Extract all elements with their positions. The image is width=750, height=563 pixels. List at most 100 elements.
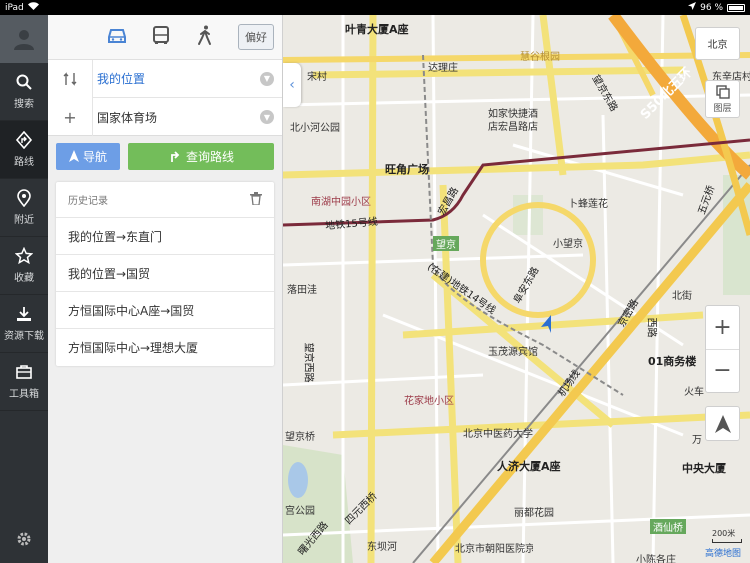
user-icon — [14, 30, 34, 50]
collapse-panel-button[interactable]: ‹ — [283, 63, 301, 107]
bus-mode-button[interactable] — [150, 24, 172, 50]
history-item[interactable]: 方恒国际中心→理想大厦 — [56, 329, 274, 366]
rail-item-favorites[interactable]: 收藏 — [0, 237, 48, 295]
wifi-icon — [27, 2, 39, 13]
query-route-button[interactable]: 查询路线 — [128, 142, 274, 170]
navigate-button[interactable]: 导航 — [56, 142, 120, 170]
from-dropdown-icon[interactable]: ▼ — [260, 71, 274, 86]
car-icon — [108, 29, 126, 43]
history-list: 历史记录 我的位置→东直门 我的位置→国贸 方恒国际中心A座→国贸 方恒国际中心… — [56, 182, 274, 366]
history-title: 历史记录 — [68, 196, 108, 207]
map-label: 01商务楼 — [648, 355, 697, 368]
map-label: 叶青大厦A座 — [345, 23, 409, 36]
toolbox-icon — [16, 365, 32, 379]
rail-item-toolbox[interactable]: 工具箱 — [0, 353, 48, 411]
map-label: 北京市朝阳医院京西院区 — [455, 544, 533, 555]
map-label: 中央大厦 — [682, 462, 726, 475]
map-label: 万 — [692, 435, 702, 446]
map-label: 火车 — [684, 387, 704, 398]
brand-logo: 高德地图 — [705, 549, 742, 559]
preference-button[interactable]: 偏好 — [238, 24, 274, 50]
rail-item-label: 资源下载 — [4, 331, 44, 342]
map-label: 人济大厦A座 — [497, 460, 561, 473]
add-waypoint-icon[interactable]: + — [48, 108, 92, 127]
map-label: 玉茂源宾馆 — [488, 347, 538, 358]
left-rail: 搜索 路线 附近 收藏 资源下载 工具箱 — [0, 15, 48, 563]
scale-bar — [712, 539, 742, 543]
battery-percent: 96 % — [700, 2, 723, 13]
chevron-left-icon: ‹ — [289, 77, 295, 93]
rail-item-label: 附近 — [14, 215, 34, 226]
map-label: 小望京 — [553, 239, 583, 250]
bus-icon — [153, 26, 169, 44]
gear-icon — [17, 532, 31, 546]
history-header: 历史记录 — [56, 182, 274, 218]
turn-arrow-icon — [171, 151, 180, 162]
map-label: 慧谷根园 — [520, 52, 560, 63]
locate-button[interactable] — [705, 406, 740, 441]
rail-item-label: 搜索 — [14, 99, 34, 110]
map-label: 丽都花园 — [514, 508, 554, 519]
route-icon — [15, 131, 33, 149]
map-label: 北小河公园 — [290, 123, 340, 134]
map-label: 小陈各庄 — [636, 555, 676, 563]
search-icon — [16, 74, 32, 90]
location-pin-icon — [17, 189, 31, 207]
layer-label: 图层 — [713, 103, 732, 114]
rail-item-search[interactable]: 搜索 — [0, 63, 48, 121]
map-label: 酒仙桥 — [650, 519, 686, 534]
map-label: 望京西路 — [302, 342, 314, 383]
from-field[interactable]: 我的位置 — [97, 70, 260, 87]
rail-item-download[interactable]: 资源下载 — [0, 295, 48, 353]
rail-item-route[interactable]: 路线 — [0, 121, 48, 179]
walk-mode-button[interactable] — [194, 24, 216, 50]
map-label: 旺角广场 — [385, 163, 429, 176]
map-label: 东坝河 — [367, 542, 397, 553]
layer-button[interactable]: 图层 — [705, 80, 740, 118]
avatar[interactable] — [0, 15, 48, 63]
settings-button[interactable] — [0, 531, 48, 547]
star-icon — [15, 247, 33, 265]
map-label: 北京中医药大学 — [463, 429, 533, 440]
query-route-label: 查询路线 — [185, 149, 234, 164]
map-label: 望京桥 — [285, 432, 315, 443]
layers-icon — [715, 84, 730, 99]
route-panel: 偏好 我的位置 ▼ + 国家体育场 ▼ 导航 查询路线 历史记录 我的位置→东直… — [48, 15, 283, 563]
status-bar: iPad 96 % — [0, 0, 750, 15]
to-field[interactable]: 国家体育场 — [97, 109, 260, 126]
zoom-out-button[interactable]: − — [706, 350, 739, 393]
city-button[interactable]: 北京 — [695, 27, 740, 60]
rail-item-label: 路线 — [14, 157, 34, 168]
battery-icon — [727, 3, 745, 12]
map-label: 南湖中园小区 — [311, 197, 371, 208]
map-label: 望京 — [433, 236, 459, 251]
route-to-row: + 国家体育场 ▼ — [48, 98, 282, 136]
walk-icon — [198, 25, 211, 45]
location-arrow-icon — [688, 2, 697, 13]
car-mode-button[interactable] — [106, 24, 128, 50]
zoom-control: + − — [705, 305, 740, 393]
map-label: 西路 — [645, 317, 657, 338]
navigate-label: 导航 — [82, 149, 107, 164]
map-label: 北街 — [672, 291, 692, 302]
to-dropdown-icon[interactable]: ▼ — [260, 110, 274, 124]
history-item[interactable]: 方恒国际中心A座→国贸 — [56, 292, 274, 329]
swap-icon[interactable] — [48, 72, 92, 86]
history-item[interactable]: 我的位置→国贸 — [56, 255, 274, 292]
compass-arrow-icon — [714, 414, 731, 433]
trash-icon[interactable] — [250, 191, 262, 208]
travel-mode-bar: 偏好 — [48, 15, 282, 60]
map-label: 宋村 — [307, 72, 327, 83]
zoom-in-button[interactable]: + — [706, 306, 739, 350]
route-from-row: 我的位置 ▼ — [48, 60, 282, 98]
device-name: iPad — [5, 2, 24, 13]
map-label: 如家快捷酒店宏昌路店 — [488, 109, 538, 133]
map-label: 卜蜂莲花 — [568, 199, 608, 210]
map-label: 花家地小区 — [404, 396, 454, 407]
route-inputs: 我的位置 ▼ + 国家体育场 ▼ — [48, 60, 282, 136]
rail-item-label: 收藏 — [14, 273, 34, 284]
map-label: 落田洼 — [287, 285, 317, 296]
rail-item-label: 工具箱 — [9, 389, 39, 400]
rail-item-nearby[interactable]: 附近 — [0, 179, 48, 237]
history-item[interactable]: 我的位置→东直门 — [56, 218, 274, 255]
